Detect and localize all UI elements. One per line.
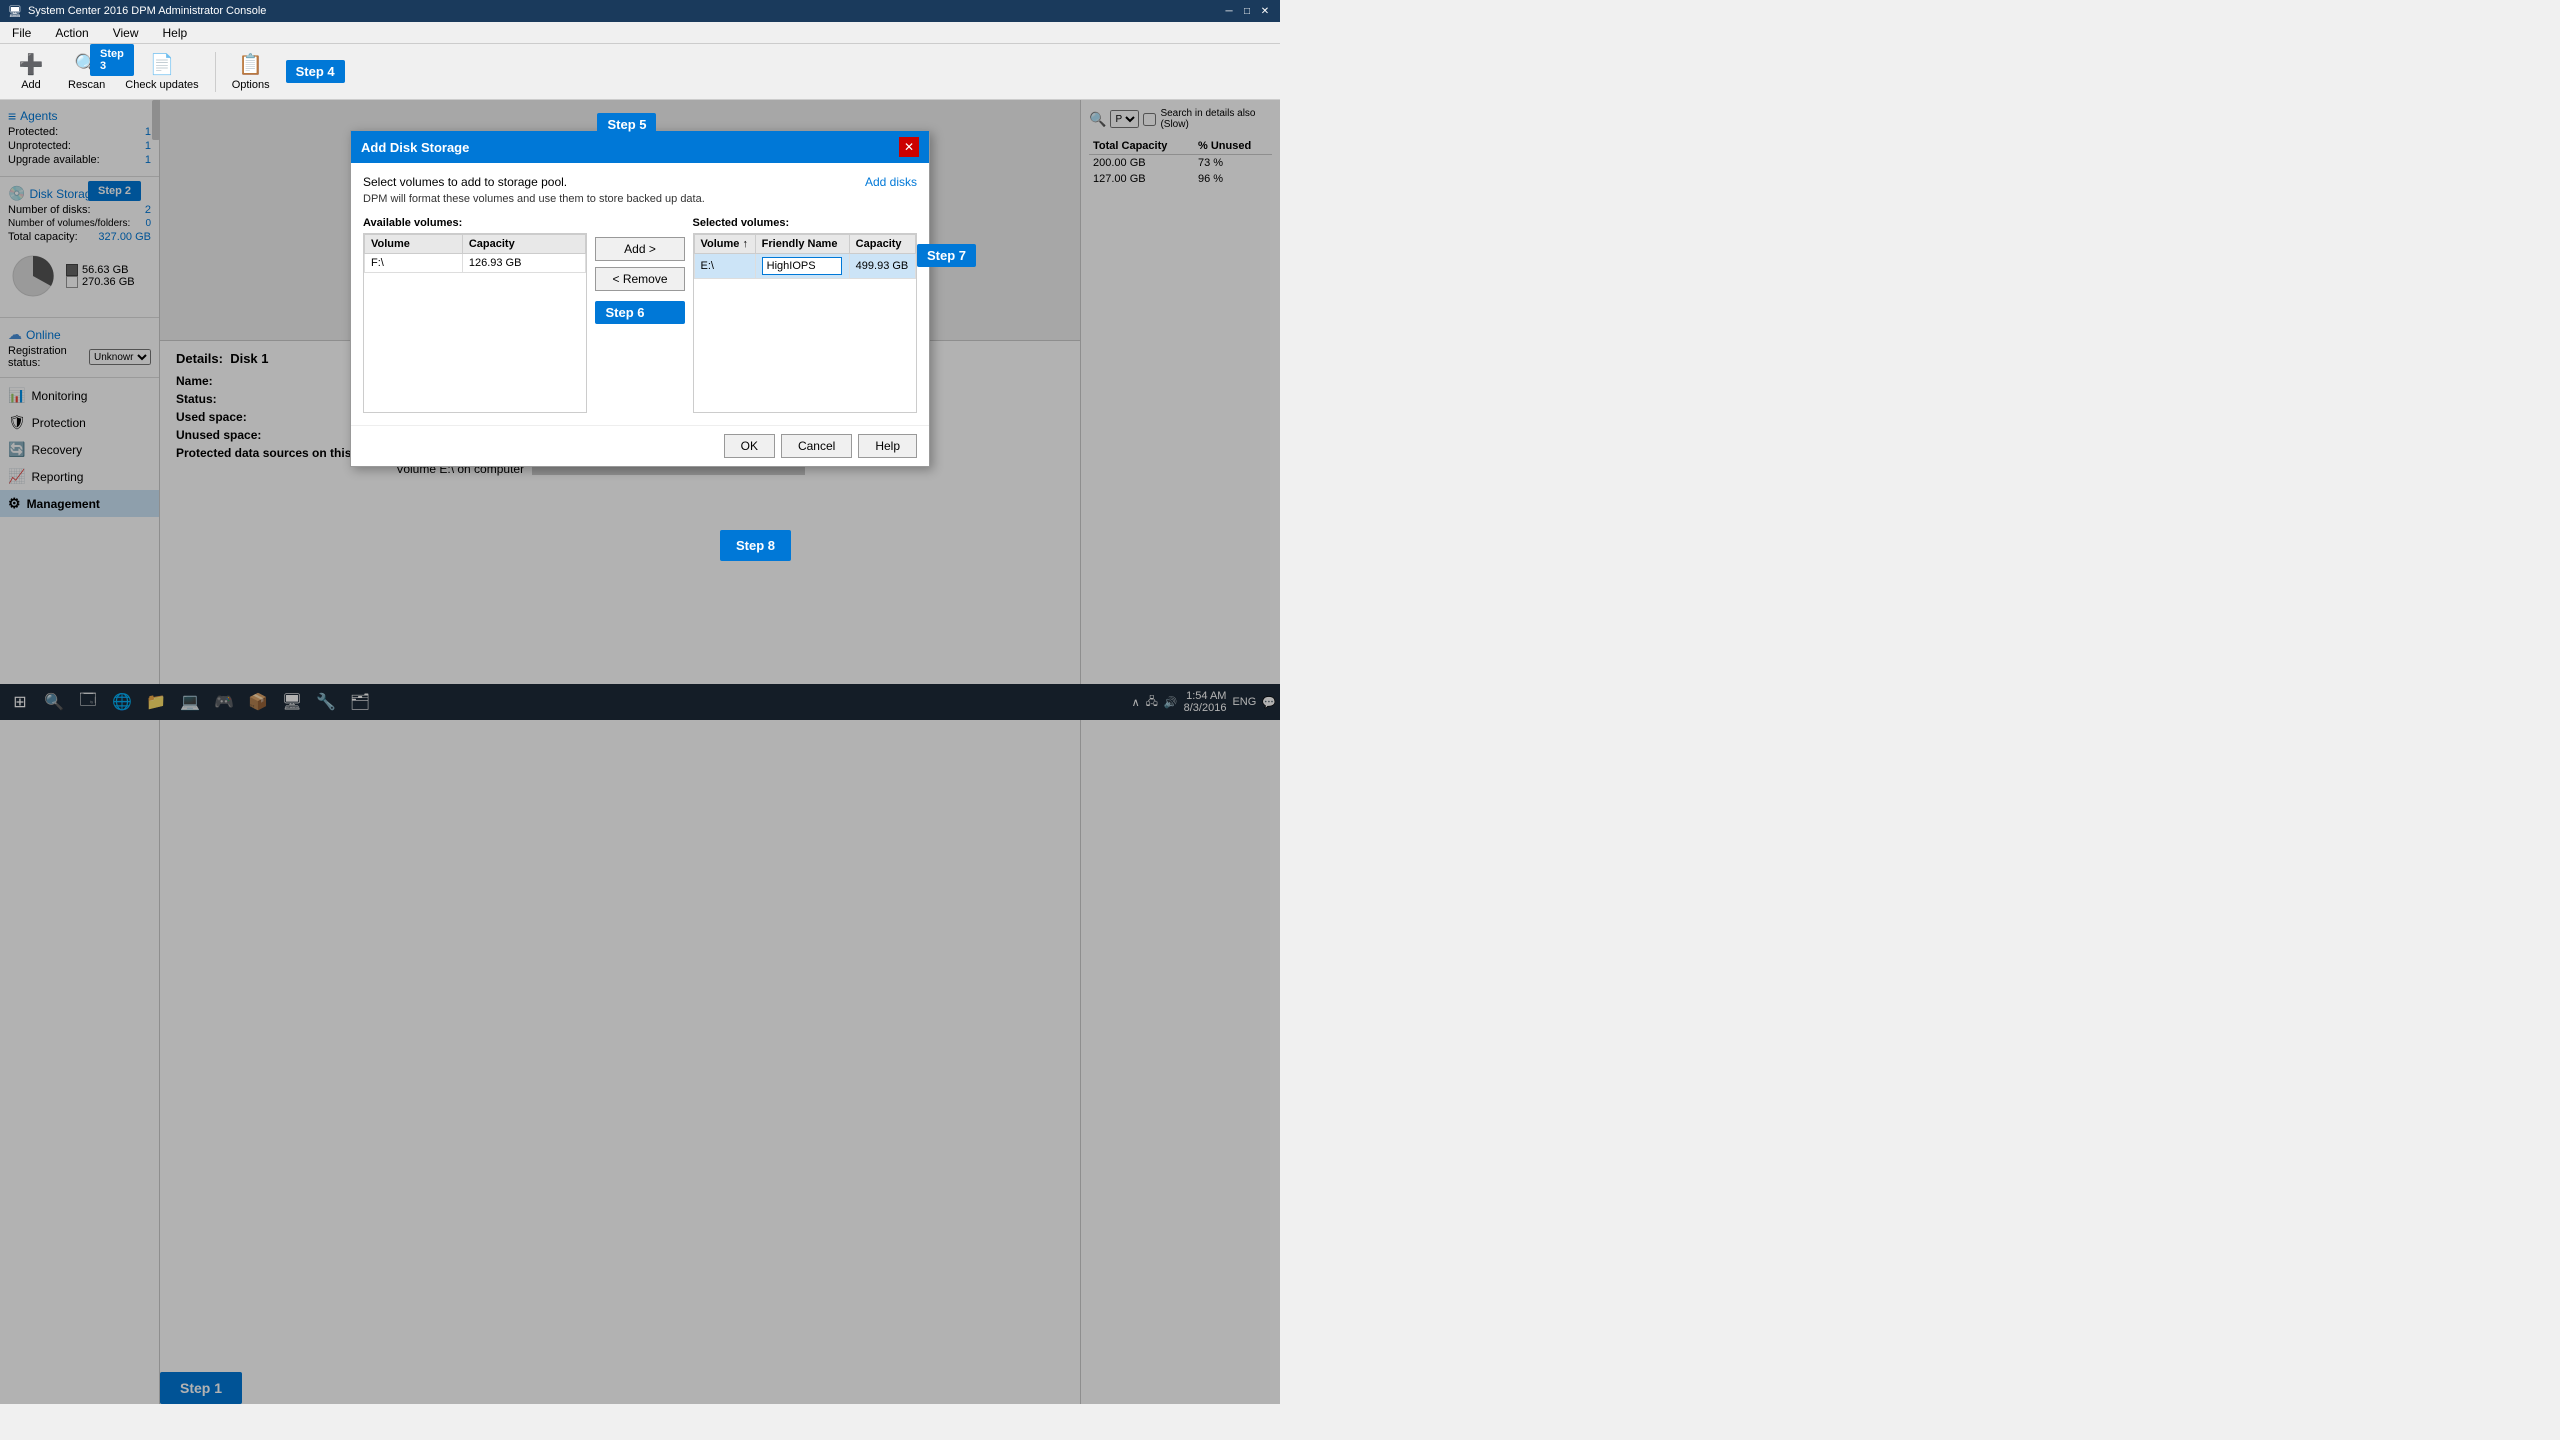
titlebar: 🖥 System Center 2016 DPM Administrator C…	[0, 0, 1280, 22]
step8-badge[interactable]: Step 8	[720, 530, 791, 561]
step6-badge[interactable]: Step 6	[595, 301, 684, 324]
menu-file[interactable]: File	[6, 24, 37, 42]
menubar: File Action View Help	[0, 22, 1280, 44]
available-volumes-panel: Available volumes: Volume Capacity	[363, 217, 587, 413]
options-button[interactable]: 📋 Options	[224, 48, 278, 95]
remove-volume-button[interactable]: < Remove	[595, 267, 684, 291]
step7-badge[interactable]: Step 7	[917, 244, 976, 267]
cancel-button[interactable]: Cancel	[781, 434, 852, 458]
sel-col-capacity: Capacity	[849, 235, 915, 254]
avail-capacity-1: 126.93 GB	[462, 254, 586, 273]
toolbar: ➕ Add 🔍 Rescan Step 3 📄 Check updates 📋 …	[0, 44, 1280, 100]
ok-button[interactable]: OK	[724, 434, 775, 458]
add-icon: ➕	[19, 52, 44, 77]
step3-badge[interactable]: Step 3	[90, 44, 134, 76]
add-disk-storage-dialog: Add Disk Storage ✕ Select volumes to add…	[350, 130, 930, 467]
modal-overlay: Add Disk Storage ✕ Select volumes to add…	[0, 100, 1280, 1404]
titlebar-controls[interactable]: ─ □ ✕	[1222, 4, 1272, 18]
toolbar-separator	[215, 52, 216, 92]
step8-container: Step 8	[720, 530, 791, 561]
avail-col-volume: Volume	[365, 235, 463, 254]
selected-volume-row[interactable]: E:\ 499.93 GB	[694, 254, 915, 279]
maximize-button[interactable]: □	[1240, 4, 1254, 18]
close-button[interactable]: ✕	[1258, 4, 1272, 18]
dialog-footer: OK Cancel Help	[351, 425, 929, 466]
friendly-name-input[interactable]	[762, 257, 842, 275]
available-volumes-table: Volume Capacity F:\ 126.93 GB	[364, 234, 586, 273]
dialog-instruction-sub: DPM will format these volumes and use th…	[363, 193, 705, 205]
dialog-header-row: Select volumes to add to storage pool. D…	[363, 175, 917, 217]
dialog-body: Select volumes to add to storage pool. D…	[351, 163, 929, 425]
sel-col-friendly: Friendly Name	[755, 235, 849, 254]
sel-capacity-1: 499.93 GB	[849, 254, 915, 279]
help-button[interactable]: Help	[858, 434, 917, 458]
sel-friendly-1[interactable]	[755, 254, 849, 279]
available-volumes-label: Available volumes:	[363, 217, 587, 229]
app-title: System Center 2016 DPM Administrator Con…	[28, 5, 266, 17]
sel-volume-1: E:\	[694, 254, 755, 279]
selected-volumes-table: Volume ↑ Friendly Name Capacity E:\	[694, 234, 916, 279]
selected-volumes-panel: Selected volumes: Volume ↑ Friendly Name…	[693, 217, 917, 413]
sel-col-volume: Volume ↑	[694, 235, 755, 254]
dialog-instructions: Select volumes to add to storage pool. D…	[363, 175, 705, 217]
step4-badge[interactable]: Step 4	[286, 60, 345, 83]
titlebar-left: 🖥 System Center 2016 DPM Administrator C…	[8, 5, 266, 18]
menu-action[interactable]: Action	[49, 24, 94, 42]
add-volume-button[interactable]: Add >	[595, 237, 684, 261]
dialog-close-button[interactable]: ✕	[899, 137, 919, 157]
available-volume-row[interactable]: F:\ 126.93 GB	[365, 254, 586, 273]
avail-volume-1: F:\	[365, 254, 463, 273]
volumes-container: Available volumes: Volume Capacity	[363, 217, 917, 413]
menu-help[interactable]: Help	[157, 24, 194, 42]
available-volumes-list: Volume Capacity F:\ 126.93 GB	[363, 233, 587, 413]
selected-volumes-label: Selected volumes:	[693, 217, 917, 229]
volumes-controls: Add > < Remove Step 6	[595, 217, 684, 324]
check-icon: 📄	[150, 52, 175, 77]
minimize-button[interactable]: ─	[1222, 4, 1236, 18]
options-icon: 📋	[238, 52, 263, 77]
avail-col-capacity: Capacity	[462, 235, 586, 254]
rescan-button[interactable]: 🔍 Rescan Step 3	[60, 48, 113, 95]
dialog-title: Add Disk Storage	[361, 140, 469, 155]
dialog-instruction-main: Select volumes to add to storage pool.	[363, 175, 705, 189]
step5-badge[interactable]: Step 5	[597, 113, 656, 136]
add-button[interactable]: ➕ Add	[6, 48, 56, 95]
add-disks-link[interactable]: Add disks	[865, 175, 917, 189]
app-icon: 🖥	[8, 5, 22, 18]
menu-view[interactable]: View	[107, 24, 145, 42]
selected-volumes-list: Volume ↑ Friendly Name Capacity E:\	[693, 233, 917, 413]
